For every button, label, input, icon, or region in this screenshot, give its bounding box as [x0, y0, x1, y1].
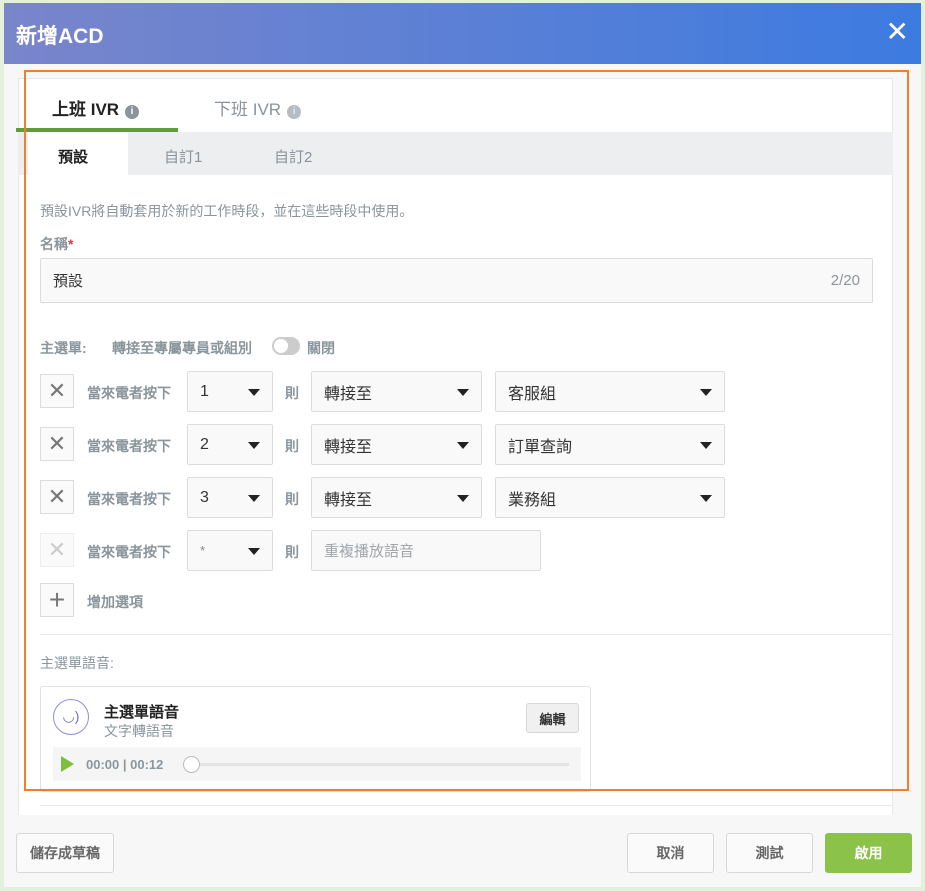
- cancel-button[interactable]: 取消: [627, 833, 714, 873]
- highlight-annotation: [24, 70, 909, 791]
- close-icon[interactable]: ✕: [886, 15, 909, 48]
- test-button[interactable]: 測試: [726, 833, 813, 873]
- divider: [40, 805, 893, 806]
- enable-button[interactable]: 啟用: [825, 833, 912, 873]
- save-draft-button[interactable]: 儲存成草稿: [16, 833, 114, 873]
- dialog-header: 新增ACD ✕: [4, 3, 921, 64]
- dialog-title: 新增ACD: [16, 25, 104, 48]
